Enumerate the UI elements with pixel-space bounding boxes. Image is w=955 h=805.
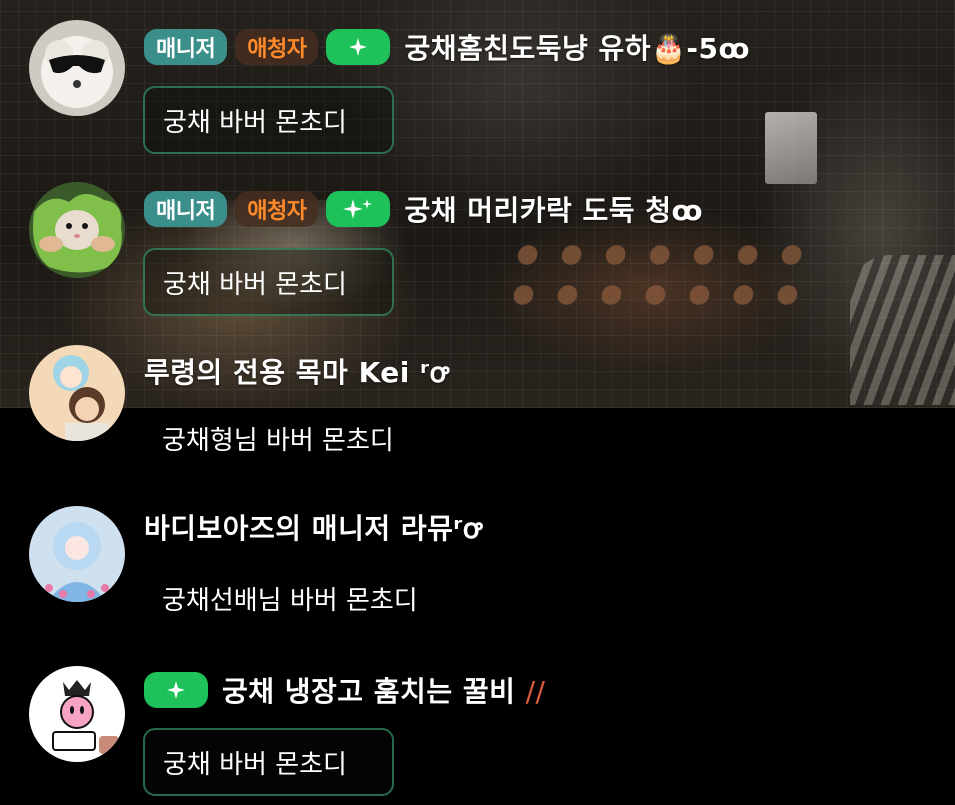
avatar[interactable] [29, 506, 125, 602]
nickname[interactable]: 궁채홈친도둑냥 유하🎂-5ꝏ [404, 27, 750, 67]
message-header: 매니저 애청자 궁채홈친도둑냥 유하🎂-5ꝏ [144, 28, 750, 66]
avatar[interactable] [29, 345, 125, 441]
manager-badge: 매니저 [144, 29, 228, 65]
manager-badge: 매니저 [144, 191, 228, 227]
fan-badge: 애청자 [235, 29, 319, 65]
avatar[interactable] [29, 666, 125, 762]
background-plates [850, 255, 955, 405]
background-egg-tray [500, 235, 820, 325]
double-sparkle-icon [326, 191, 391, 227]
nickname[interactable]: 루령의 전용 목마 Kei ʳꝍ [144, 351, 449, 391]
sparkle-icon [326, 29, 391, 65]
message-bubble[interactable]: 궁채 바버 몬초디 [143, 86, 394, 154]
message-header: 매니저 애청자 궁채 머리카락 도둑 청ꝏ [144, 190, 703, 228]
message-header: 궁채 냉장고 훔치는 꿀비 // [144, 671, 545, 709]
message-text[interactable]: 궁채형님 바버 몬초디 [162, 420, 394, 457]
anime-couple-avatar-image [29, 345, 125, 441]
message-text[interactable]: 궁채선배님 바버 몬초디 [162, 580, 418, 617]
nickname[interactable]: 궁채 냉장고 훔치는 꿀비 // [222, 670, 545, 710]
background-device [765, 112, 817, 184]
anime-fantasy-avatar-image [29, 506, 125, 602]
message-header: 바디보아즈의 매니저 라뮤ʳꝍ [144, 508, 482, 546]
fan-badge: 애청자 [235, 191, 319, 227]
kirby-avatar-image [29, 666, 125, 762]
hamster-avatar-image [29, 182, 125, 278]
avatar[interactable] [29, 182, 125, 278]
message-header: 루령의 전용 목마 Kei ʳꝍ [144, 352, 449, 390]
puppy-avatar-image [29, 20, 125, 116]
message-bubble[interactable]: 궁채 바버 몬초디 [143, 728, 394, 796]
nickname[interactable]: 바디보아즈의 매니저 라뮤ʳꝍ [144, 507, 482, 547]
nickname-text: 궁채 냉장고 훔치는 꿀비 [222, 675, 516, 708]
nickname-suffix: // [525, 675, 546, 708]
avatar[interactable] [29, 20, 125, 116]
message-bubble[interactable]: 궁채 바버 몬초디 [143, 248, 394, 316]
sparkle-icon [144, 672, 208, 708]
nickname[interactable]: 궁채 머리카락 도둑 청ꝏ [404, 189, 703, 229]
